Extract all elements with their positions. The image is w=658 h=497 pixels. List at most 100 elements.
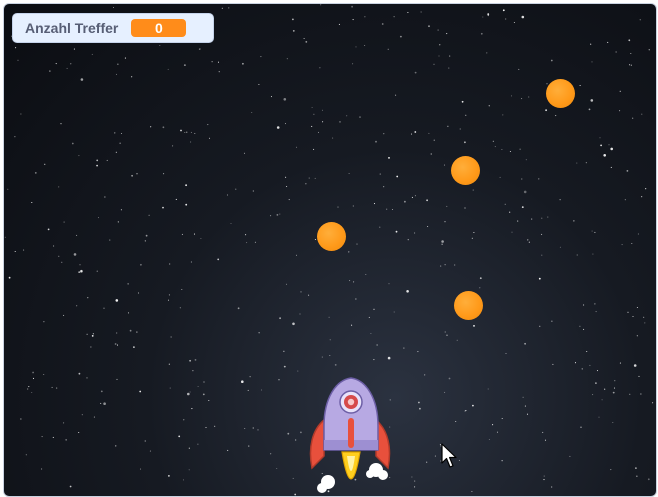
- star: [612, 391, 615, 394]
- star: [322, 121, 324, 123]
- star: [117, 63, 119, 65]
- star: [241, 380, 244, 384]
- star: [448, 377, 451, 380]
- star: [619, 90, 621, 92]
- star: [411, 196, 413, 198]
- star: [524, 342, 526, 345]
- star: [545, 109, 547, 112]
- star: [444, 264, 446, 266]
- star: [547, 216, 549, 218]
- star: [169, 263, 171, 265]
- star: [115, 299, 119, 302]
- star: [517, 220, 519, 222]
- star: [283, 350, 285, 352]
- star: [286, 185, 288, 188]
- star: [136, 331, 138, 333]
- star: [120, 132, 123, 135]
- star: [428, 132, 430, 134]
- rocket-sprite[interactable]: [306, 376, 396, 497]
- star: [8, 276, 11, 279]
- star: [109, 239, 111, 241]
- star: [375, 140, 377, 143]
- star: [149, 450, 151, 452]
- star: [559, 199, 561, 201]
- ball-3[interactable]: [317, 222, 346, 251]
- star: [96, 164, 98, 167]
- star: [518, 68, 520, 70]
- star: [521, 178, 523, 180]
- star: [349, 280, 351, 282]
- star: [472, 189, 474, 191]
- star: [414, 232, 416, 234]
- ball-1[interactable]: [546, 79, 575, 108]
- star: [544, 439, 547, 441]
- star: [257, 429, 259, 431]
- star: [583, 304, 585, 306]
- star: [285, 283, 288, 285]
- star: [214, 425, 216, 427]
- ball-4[interactable]: [454, 291, 483, 320]
- star: [599, 137, 601, 139]
- star: [14, 136, 16, 138]
- star: [543, 479, 545, 481]
- star: [444, 391, 446, 393]
- star: [313, 113, 315, 115]
- star: [576, 162, 578, 164]
- star: [31, 201, 33, 204]
- star: [208, 137, 211, 139]
- star: [319, 67, 321, 69]
- star: [91, 53, 93, 55]
- star: [90, 346, 92, 348]
- star: [448, 67, 450, 69]
- star: [294, 493, 297, 496]
- star: [260, 389, 263, 391]
- star: [352, 205, 354, 207]
- star: [270, 453, 272, 455]
- star: [603, 154, 606, 157]
- star: [581, 368, 583, 370]
- star: [139, 468, 142, 470]
- star: [7, 188, 9, 190]
- star: [524, 405, 526, 407]
- star: [636, 335, 638, 337]
- star: [202, 393, 205, 396]
- star: [127, 312, 130, 314]
- star: [208, 399, 210, 402]
- star: [592, 394, 594, 396]
- star: [295, 146, 298, 148]
- star: [292, 477, 294, 479]
- star: [181, 233, 183, 235]
- star: [47, 228, 50, 231]
- star: [359, 116, 361, 118]
- star: [217, 258, 220, 261]
- star: [351, 324, 353, 326]
- game-stage[interactable]: Anzahl Treffer 0: [3, 3, 657, 497]
- star: [182, 479, 185, 481]
- star: [486, 52, 488, 54]
- star: [639, 19, 641, 21]
- star: [28, 386, 30, 388]
- star: [523, 190, 527, 194]
- star: [321, 356, 323, 358]
- star: [249, 376, 251, 378]
- star: [328, 316, 330, 318]
- star: [27, 388, 29, 390]
- star: [197, 385, 199, 388]
- star: [559, 246, 561, 248]
- star: [175, 198, 177, 200]
- star: [311, 125, 313, 127]
- star: [494, 146, 496, 148]
- star: [292, 322, 295, 326]
- star: [114, 343, 117, 345]
- star: [247, 389, 249, 391]
- star: [588, 108, 591, 111]
- star: [283, 365, 286, 368]
- star: [613, 387, 616, 389]
- star: [505, 18, 507, 20]
- star: [34, 172, 37, 174]
- ball-2[interactable]: [451, 156, 480, 185]
- star: [235, 188, 237, 190]
- star: [314, 238, 316, 241]
- star: [70, 63, 72, 65]
- star: [521, 98, 523, 100]
